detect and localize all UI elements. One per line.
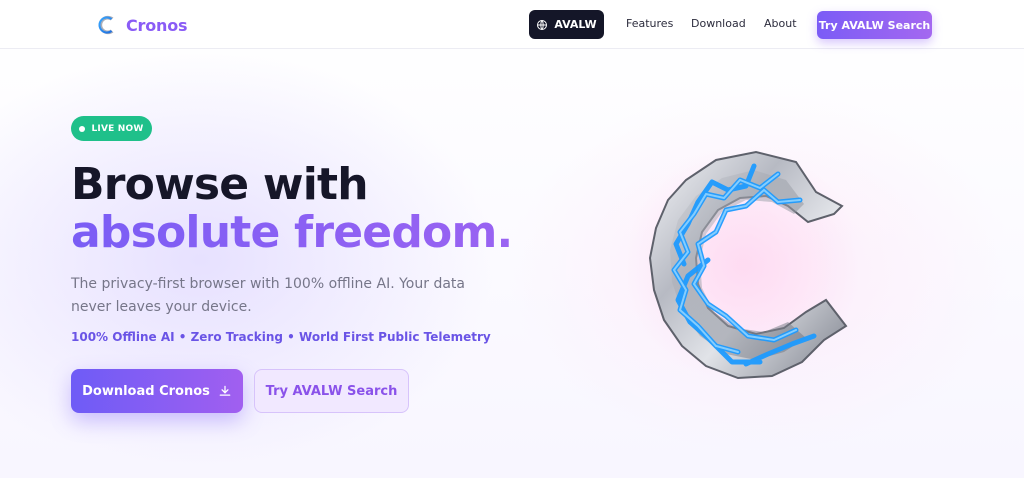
cronos-logo-illustration xyxy=(628,147,858,383)
try-avalw-nav-button[interactable]: Try AVALW Search xyxy=(817,11,932,39)
avalw-nav-label: AVALW xyxy=(554,18,597,31)
live-status-badge: LIVE NOW xyxy=(71,116,152,141)
download-button-label: Download Cronos xyxy=(82,383,210,399)
top-navigation: Cronos AVALW Features Download About Try… xyxy=(0,0,1024,49)
download-cronos-button[interactable]: Download Cronos xyxy=(71,369,243,413)
feature-list: 100% Offline AI • Zero Tracking • World … xyxy=(71,330,491,344)
brand-name: Cronos xyxy=(126,15,188,35)
badge-label: LIVE NOW xyxy=(91,123,144,134)
nav-link-features[interactable]: Features xyxy=(626,17,673,30)
nav-link-about[interactable]: About xyxy=(764,17,797,30)
download-icon xyxy=(219,385,231,396)
avalw-nav-button[interactable]: AVALW xyxy=(529,10,604,39)
try-avalw-search-button[interactable]: Try AVALW Search xyxy=(254,369,409,413)
nav-link-download[interactable]: Download xyxy=(691,17,746,30)
brand-logo[interactable]: Cronos xyxy=(96,12,188,38)
globe-icon xyxy=(537,19,548,30)
live-dot-icon xyxy=(79,125,86,132)
hero-headline-line2: absolute freedom. xyxy=(71,207,513,258)
cronos-logo-icon xyxy=(98,15,114,35)
hero-subtitle: The privacy-first browser with 100% offl… xyxy=(71,276,465,315)
landing-page: Cronos AVALW Features Download About Try… xyxy=(0,0,1024,478)
hero-headline-line1: Browse with xyxy=(71,159,369,210)
